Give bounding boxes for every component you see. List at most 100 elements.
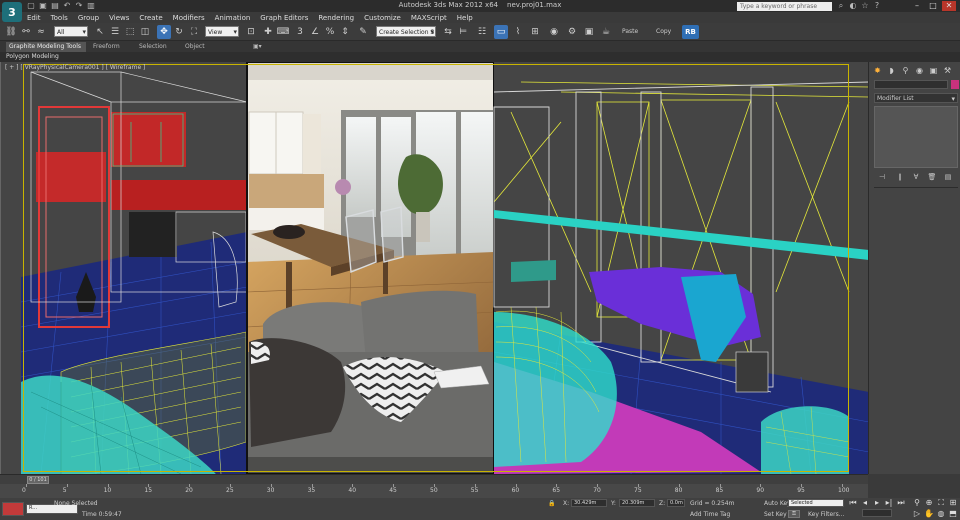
select-by-name-icon[interactable]: ☰ [108,25,122,39]
zoom-icon[interactable]: ⚲ [912,498,922,507]
percent-snap-icon[interactable]: % [323,25,337,39]
pin-stack-icon[interactable]: ⊣ [877,172,887,182]
go-to-start-icon[interactable]: ⏮ [848,498,858,507]
polygon-modeling-panel[interactable]: Polygon Modeling [6,53,59,60]
unlink-icon[interactable]: ⚯ [19,25,33,39]
snaps-toggle-icon[interactable]: 3 [293,25,307,39]
select-and-scale-icon[interactable]: ⛶ [187,25,201,39]
undo-icon[interactable]: ↶ [62,1,72,11]
graphite-modeling-toggle-icon[interactable]: ▭ [494,25,508,39]
modifier-list-dropdown[interactable]: Modifier List [874,93,958,104]
menu-item-help[interactable]: Help [452,14,478,22]
help-icon[interactable]: ? [872,1,882,11]
key-filters-button[interactable]: Key Filters... [808,511,845,518]
zoom-all-icon[interactable]: ⊕ [924,498,934,507]
remove-modifier-icon[interactable]: 🗑 [927,172,937,182]
new-file-icon[interactable]: ▢ [26,1,36,11]
named-selection-dropdown[interactable]: Create Selection S [376,26,436,38]
show-end-result-icon[interactable]: ∥ [895,172,905,182]
auto-key-button[interactable]: Auto Key [764,500,791,507]
maximize-viewport-icon[interactable]: ⬒ [948,509,958,518]
modifier-stack[interactable] [874,106,958,168]
hierarchy-tab-icon[interactable]: ⚲ [900,65,911,76]
spinner-snap-icon[interactable]: ⇕ [338,25,352,39]
favorites-icon[interactable]: ☆ [860,1,870,11]
ribbon-tab-freeform[interactable]: Freeform [90,42,132,52]
menu-item-customize[interactable]: Customize [359,14,406,22]
orbit-icon[interactable]: ◍ [936,509,946,518]
set-key-icon[interactable]: ⚿ [788,510,800,518]
edit-named-selection-icon[interactable]: ✎ [356,25,370,39]
save-icon[interactable]: ▤ [50,1,60,11]
schematic-view-icon[interactable]: ⊞ [528,25,542,39]
select-and-move-icon[interactable]: ✥ [157,25,171,39]
key-mode-dropdown[interactable]: Selected [788,499,844,507]
window-crossing-icon[interactable]: ◫ [138,25,152,39]
maxscript-listener-button[interactable] [2,502,24,516]
utilities-tab-icon[interactable]: ⚒ [942,65,953,76]
search-icon[interactable]: ⌕ [836,1,846,11]
help-search-input[interactable]: Type a keyword or phrase [737,2,832,11]
zoom-extents-icon[interactable]: ⛶ [936,498,946,507]
render-setup-icon[interactable]: ⚙ [565,25,579,39]
selection-filter-dropdown[interactable]: All [54,26,88,38]
ribbon-tab-graphite-modeling-tools[interactable]: Graphite Modeling Tools [6,42,86,52]
menu-item-tools[interactable]: Tools [46,14,73,22]
track-bar[interactable]: 0 5 10 15 20 25 30 35 40 45 50 55 60 65 70 75 80 85 90 95 10… [0,484,868,498]
rendered-frame-window-icon[interactable]: ▣ [582,25,596,39]
ribbon-tab-object-paint[interactable]: Object Paint [182,42,224,60]
mirror-icon[interactable]: ⇆ [441,25,455,39]
time-slider[interactable]: 0 / 101 [0,474,868,484]
redo-icon[interactable]: ↷ [74,1,84,11]
y-coordinate-field[interactable]: 20.309m [619,499,655,507]
previous-frame-icon[interactable]: ◂ [860,498,870,507]
ribbon-options-icon[interactable]: ▣▾ [250,42,265,52]
hold-icon[interactable]: ▥ [86,1,96,11]
object-name-field[interactable] [874,80,948,89]
pivot-center-icon[interactable]: ⊡ [244,25,258,39]
add-time-tag[interactable]: Add Time Tag [690,511,730,518]
next-frame-icon[interactable]: ▸| [884,498,894,507]
menu-item-animation[interactable]: Animation [210,14,256,22]
go-to-end-icon[interactable]: ⏭ [896,498,906,507]
copy-button[interactable]: Copy [656,28,671,35]
menu-item-group[interactable]: Group [73,14,104,22]
app-logo[interactable]: 3 [2,2,22,22]
viewport-label[interactable]: [ + ] [ VRayPhysicalCamera001 ] [ Wirefr… [5,64,145,71]
link-icon[interactable]: ⛓ [4,25,18,39]
menu-item-modifiers[interactable]: Modifiers [168,14,210,22]
zoom-extents-all-icon[interactable]: ⊞ [948,498,958,507]
curve-editor-icon[interactable]: ⌇ [511,25,525,39]
open-file-icon[interactable]: ▣ [38,1,48,11]
set-key-button[interactable]: Set Key [764,511,787,518]
menu-item-maxscript[interactable]: MAXScript [406,14,452,22]
rectangular-selection-icon[interactable]: ⬚ [123,25,137,39]
z-coordinate-field[interactable]: 0.0m [667,499,685,507]
play-icon[interactable]: ▸ [872,498,882,507]
menu-item-edit[interactable]: Edit [22,14,46,22]
field-of-view-icon[interactable]: ▷ [912,509,922,518]
menu-item-create[interactable]: Create [134,14,167,22]
current-frame-field[interactable] [862,509,892,517]
display-tab-icon[interactable]: ▣ [928,65,939,76]
create-tab-icon[interactable]: ✸ [872,65,883,76]
select-manipulate-icon[interactable]: ✚ [261,25,275,39]
maximize-button[interactable]: □ [926,1,940,11]
paste-button[interactable]: Paste [622,28,638,35]
x-coordinate-field[interactable]: 30.429m [571,499,607,507]
menu-item-rendering[interactable]: Rendering [313,14,359,22]
menu-item-views[interactable]: Views [104,14,134,22]
rb-button[interactable]: RB [682,25,699,39]
bind-space-warp-icon[interactable]: ≈ [34,25,48,39]
time-slider-thumb[interactable]: 0 / 101 [27,476,49,484]
keyboard-shortcut-override-icon[interactable]: ⌨ [276,25,290,39]
viewport-camera[interactable]: [ + ] [ VRayPhysicalCamera001 ] [ Wirefr… [0,62,869,474]
communication-center-icon[interactable]: ◐ [848,1,858,11]
angle-snap-icon[interactable]: ∠ [308,25,322,39]
lock-selection-icon[interactable]: 🔒 [548,500,555,507]
ribbon-tab-selection[interactable]: Selection [136,42,178,52]
select-object-icon[interactable]: ↖ [93,25,107,39]
align-icon[interactable]: ⊨ [456,25,470,39]
render-production-icon[interactable]: ☕ [599,25,613,39]
menu-item-graph-editors[interactable]: Graph Editors [255,14,313,22]
